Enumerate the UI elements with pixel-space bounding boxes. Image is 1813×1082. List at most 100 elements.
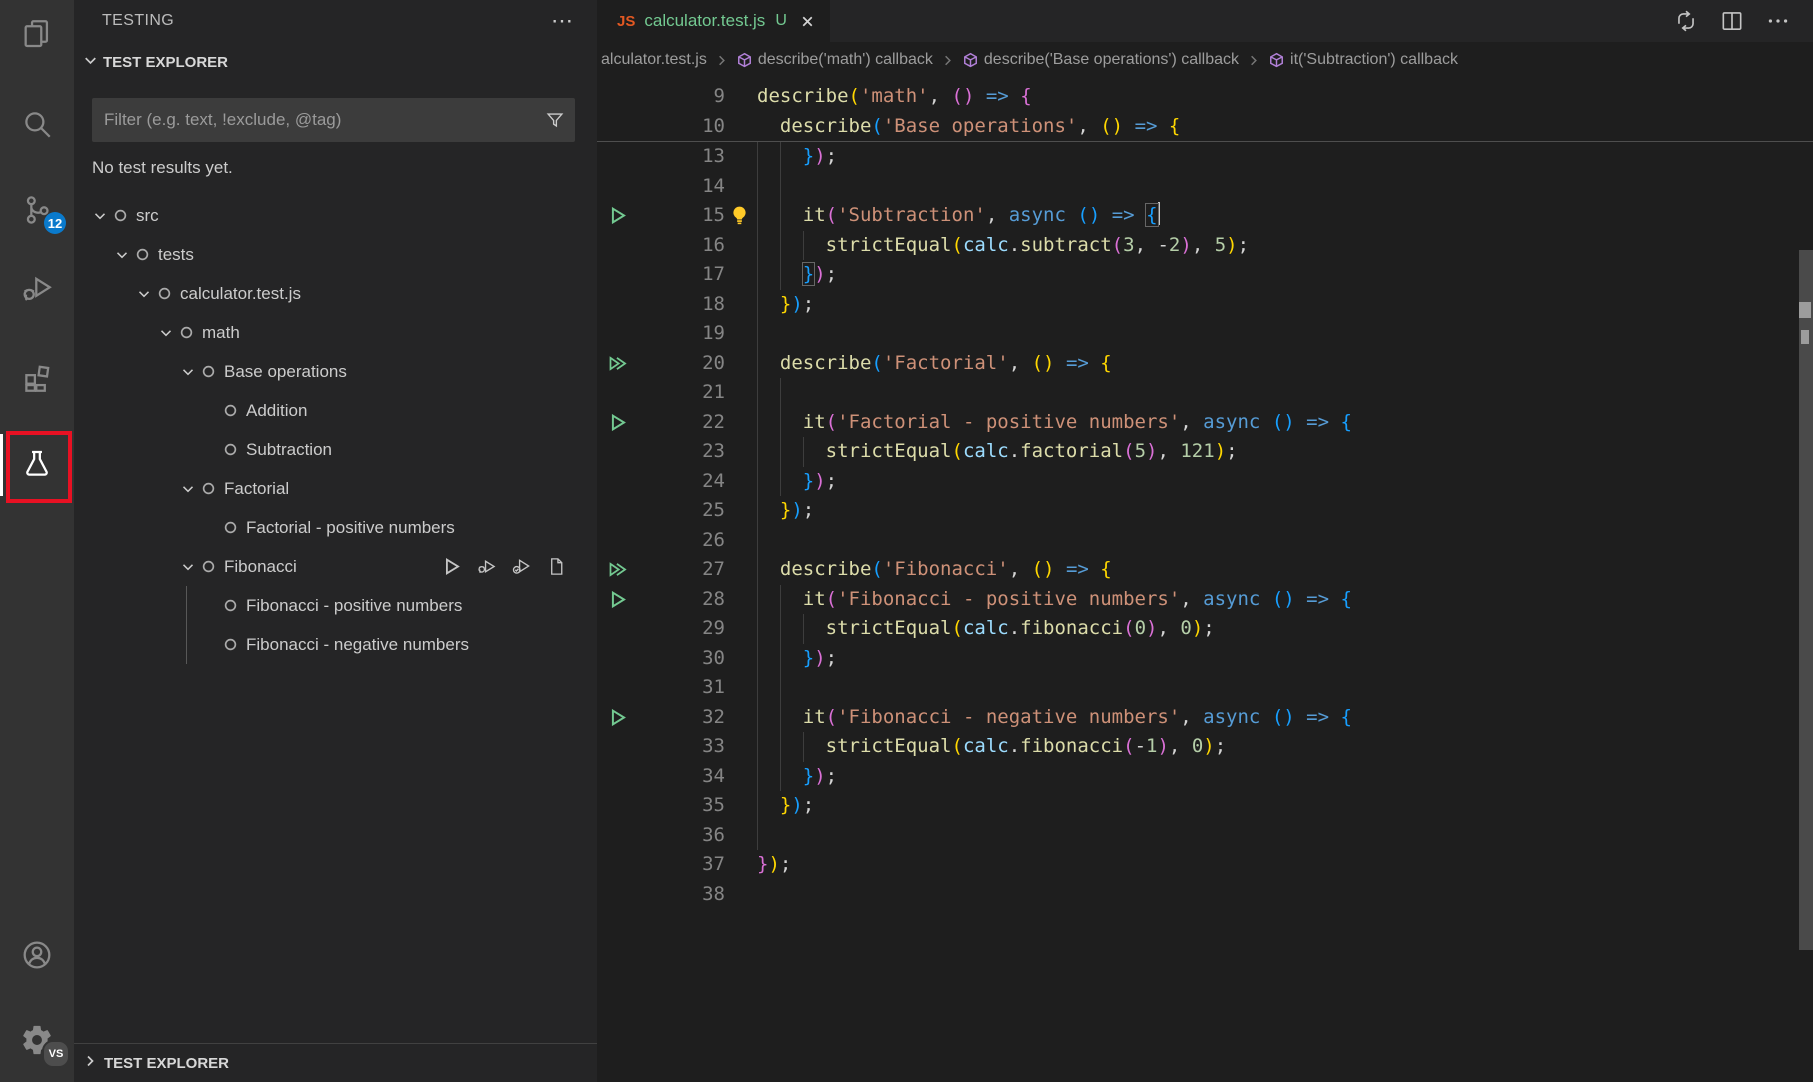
code-line-15[interactable]: 15 it('Subtraction', async () => { <box>597 201 1813 231</box>
indent-guide <box>757 142 758 172</box>
code-line-16[interactable]: 16 strictEqual(calc.subtract(3, -2), 5); <box>597 231 1813 261</box>
activity-item-search[interactable] <box>0 100 74 148</box>
tree-item-subtraction[interactable]: Subtraction <box>74 430 597 469</box>
run-test-icon[interactable] <box>607 412 628 438</box>
code-line-26[interactable]: 26 <box>597 526 1813 556</box>
indent-guide <box>803 437 804 467</box>
breadcrumb-item[interactable]: describe('Base operations') callback <box>962 51 1239 69</box>
code-line-36[interactable]: 36 <box>597 821 1813 851</box>
code-line-23[interactable]: 23 strictEqual(calc.factorial(5), 121); <box>597 437 1813 467</box>
tree-item-addition[interactable]: Addition <box>74 391 597 430</box>
breadcrumb-item[interactable]: alculator.test.js <box>601 51 707 69</box>
activity-item-source-control[interactable]: 12 <box>0 186 74 234</box>
run-all-tests-icon[interactable] <box>607 559 628 585</box>
breadcrumb-item[interactable]: describe('math') callback <box>736 51 933 69</box>
chevron-down-icon <box>178 559 198 575</box>
code-line-10[interactable]: 10 describe('Base operations', () => { <box>597 112 1813 143</box>
go-to-test-icon[interactable] <box>546 556 567 577</box>
breadcrumb-item[interactable]: it('Subtraction') callback <box>1268 51 1458 69</box>
tree-item-src[interactable]: src <box>74 196 597 235</box>
tree-item-fibonacci-negative-numbers[interactable]: Fibonacci - negative numbers <box>74 625 597 664</box>
tab-title: calculator.test.js <box>644 11 765 31</box>
activity-item-accounts[interactable] <box>0 931 74 979</box>
open-changes-icon[interactable] <box>1673 8 1699 34</box>
code-line-20[interactable]: 20 describe('Factorial', () => { <box>597 349 1813 379</box>
code-line-33[interactable]: 33 strictEqual(calc.fibonacci(-1), 0); <box>597 732 1813 762</box>
run-with-coverage-icon[interactable] <box>511 556 532 577</box>
tree-item-math[interactable]: math <box>74 313 597 352</box>
tree-item-base-operations[interactable]: Base operations <box>74 352 597 391</box>
sidebar-more-actions-icon[interactable]: ⋯ <box>551 16 575 26</box>
test-filter-input[interactable] <box>92 110 535 130</box>
code-line-24[interactable]: 24 }); <box>597 467 1813 497</box>
code-line-21[interactable]: 21 <box>597 378 1813 408</box>
indent-guide <box>757 614 758 644</box>
code-line-27[interactable]: 27 describe('Fibonacci', () => { <box>597 555 1813 585</box>
code-text: }); <box>757 467 837 497</box>
code-line-18[interactable]: 18 }); <box>597 290 1813 320</box>
code-line-22[interactable]: 22 it('Factorial - positive numbers', as… <box>597 408 1813 438</box>
run-all-tests-icon[interactable] <box>607 353 628 379</box>
code-line-13[interactable]: 13 }); <box>597 142 1813 172</box>
activity-item-testing[interactable] <box>0 440 74 488</box>
code-line-38[interactable]: 38 <box>597 880 1813 910</box>
code-line-19[interactable]: 19 <box>597 319 1813 349</box>
run-test-icon[interactable] <box>607 707 628 733</box>
code-line-32[interactable]: 32 it('Fibonacci - negative numbers', as… <box>597 703 1813 733</box>
activity-item-extensions[interactable] <box>0 354 74 402</box>
tree-item-fibonacci-positive-numbers[interactable]: Fibonacci - positive numbers <box>74 586 597 625</box>
run-test-icon[interactable] <box>607 205 628 231</box>
split-editor-icon[interactable] <box>1719 8 1745 34</box>
code-text: }); <box>757 791 814 821</box>
tree-item-fibonacci[interactable]: Fibonacci <box>74 547 597 586</box>
test-state-circle-icon <box>176 325 196 340</box>
activity-item-explorer[interactable] <box>0 10 74 58</box>
line-number: 36 <box>702 821 725 851</box>
code-line-25[interactable]: 25 }); <box>597 496 1813 526</box>
chevron-down-icon <box>90 208 110 224</box>
breadcrumb-label: describe('math') callback <box>758 51 933 69</box>
indent-guide <box>757 791 758 821</box>
activity-item-settings[interactable]: VS <box>0 1016 74 1064</box>
code-line-35[interactable]: 35 }); <box>597 791 1813 821</box>
code-text: strictEqual(calc.fibonacci(-1), 0); <box>757 732 1226 762</box>
editor-group: JS calculator.test.js U alculator.test.j… <box>597 0 1813 1082</box>
scrollbar-thumb[interactable] <box>1799 250 1813 950</box>
code-area[interactable]: 9describe('math', () => {10 describe('Ba… <box>597 78 1813 1082</box>
filter-icon[interactable] <box>535 109 575 131</box>
activity-item-run-and-debug[interactable] <box>0 264 74 312</box>
code-line-9[interactable]: 9describe('math', () => { <box>597 82 1813 112</box>
close-icon[interactable] <box>799 13 816 30</box>
code-line-37[interactable]: 37}); <box>597 850 1813 880</box>
test-explorer-collapsed-section[interactable]: TEST EXPLORER <box>74 1043 597 1082</box>
code-line-29[interactable]: 29 strictEqual(calc.fibonacci(0), 0); <box>597 614 1813 644</box>
line-number: 34 <box>702 762 725 792</box>
tree-item-tests[interactable]: tests <box>74 235 597 274</box>
vscode-window: 12VS TESTING ⋯ TEST EXPLORER No test res… <box>0 0 1813 1082</box>
tree-item-label: Subtraction <box>246 440 332 460</box>
code-line-34[interactable]: 34 }); <box>597 762 1813 792</box>
code-line-17[interactable]: 17 }); <box>597 260 1813 290</box>
tree-item-factorial[interactable]: Factorial <box>74 469 597 508</box>
code-text: strictEqual(calc.fibonacci(0), 0); <box>757 614 1215 644</box>
run-test-icon[interactable] <box>441 556 462 577</box>
code-line-31[interactable]: 31 <box>597 673 1813 703</box>
tree-item-label: tests <box>158 245 194 265</box>
indent-guide <box>186 586 187 625</box>
line-number: 38 <box>702 880 725 910</box>
code-line-28[interactable]: 28 it('Fibonacci - positive numbers', as… <box>597 585 1813 615</box>
indent-guide <box>757 408 758 438</box>
breadcrumb-separator-icon <box>714 53 729 68</box>
gutter: 32 <box>597 703 757 733</box>
tree-item-calculator-test-js[interactable]: calculator.test.js <box>74 274 597 313</box>
test-explorer-section-header[interactable]: TEST EXPLORER <box>74 42 597 82</box>
code-line-14[interactable]: 14 <box>597 172 1813 202</box>
run-test-icon[interactable] <box>607 589 628 615</box>
debug-test-icon[interactable] <box>476 556 497 577</box>
tab-calculator-test-js[interactable]: JS calculator.test.js U <box>597 0 830 42</box>
code-line-30[interactable]: 30 }); <box>597 644 1813 674</box>
tree-item-factorial-positive-numbers[interactable]: Factorial - positive numbers <box>74 508 597 547</box>
tree-item-label: calculator.test.js <box>180 284 301 304</box>
lightbulb-icon[interactable] <box>729 205 750 231</box>
more-actions-icon[interactable] <box>1765 8 1791 34</box>
